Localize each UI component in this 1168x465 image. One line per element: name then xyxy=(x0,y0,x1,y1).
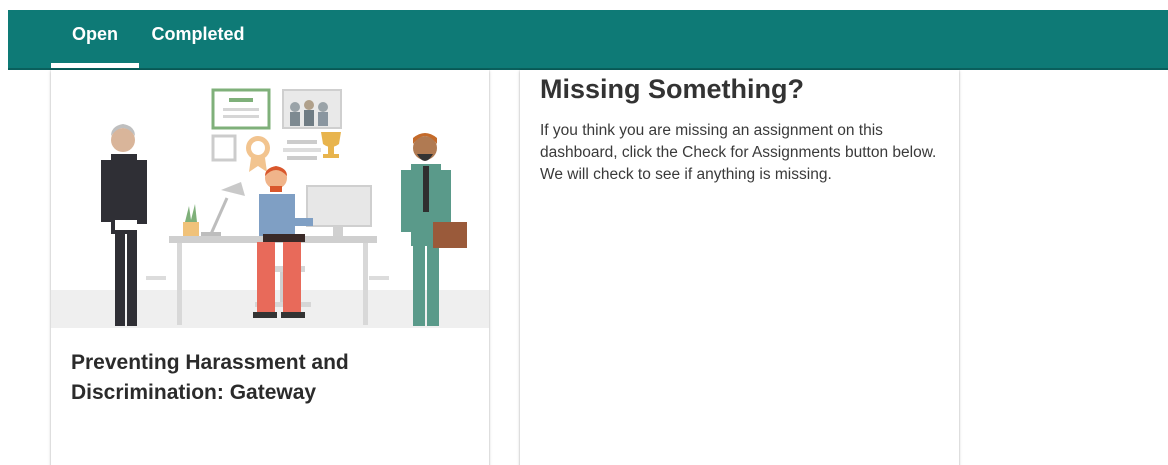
tab-open-label: Open xyxy=(71,24,118,44)
tab-completed-label: Completed xyxy=(151,24,245,44)
tab-open[interactable]: Open xyxy=(51,10,139,68)
missing-body-text: If you think you are missing an assignme… xyxy=(540,122,937,183)
course-card[interactable]: Preventing Harassment and Discrimination… xyxy=(51,70,489,465)
active-tab-indicator xyxy=(51,63,139,68)
course-title[interactable]: Preventing Harassment and Discrimination… xyxy=(71,348,471,408)
tab-completed[interactable]: Completed xyxy=(143,10,253,68)
office-illustration-icon xyxy=(51,88,489,328)
missing-something-card: Missing Something? If you think you are … xyxy=(520,70,959,465)
tab-bar: Open Completed xyxy=(8,10,1168,70)
missing-title: Missing Something? xyxy=(540,74,805,104)
